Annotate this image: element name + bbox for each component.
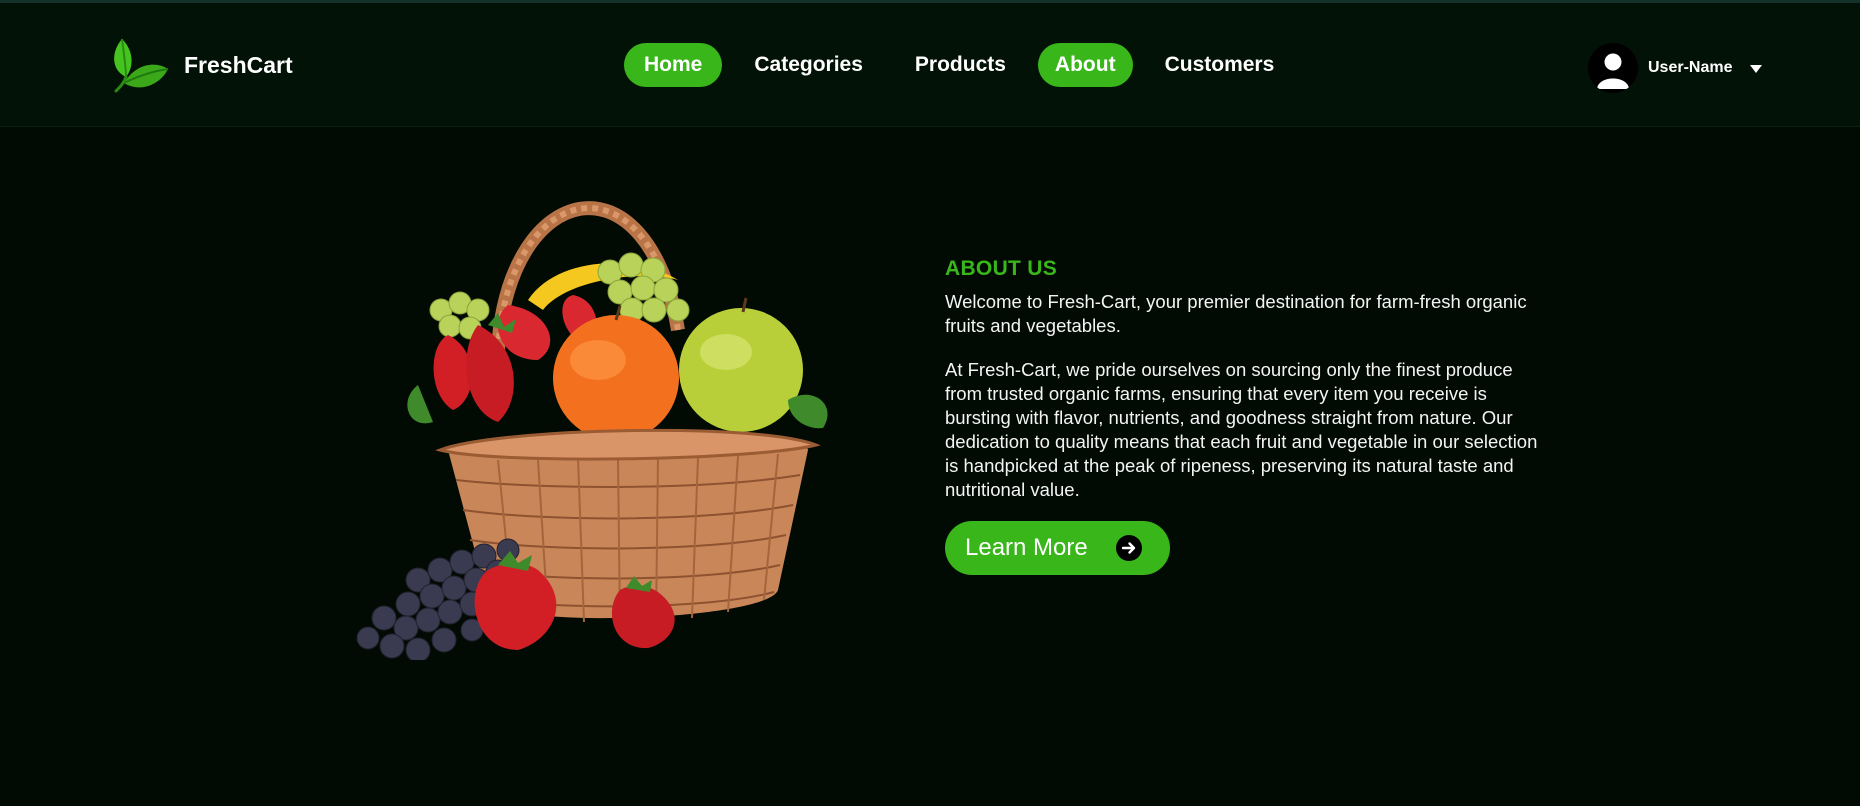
about-heading: ABOUT US bbox=[945, 257, 1058, 280]
site-header: FreshCart Home Categories Products About… bbox=[0, 3, 1860, 127]
arrow-right-circle-icon bbox=[1115, 535, 1142, 561]
learn-more-label: Learn More bbox=[965, 534, 1088, 561]
nav-categories[interactable]: Categories bbox=[734, 43, 883, 87]
brand-logo[interactable]: FreshCart bbox=[104, 31, 293, 99]
about-intro: Welcome to Fresh-Cart, your premier dest… bbox=[945, 291, 1527, 336]
about-body: At Fresh-Cart, we pride ourselves on sou… bbox=[945, 359, 1538, 500]
user-menu[interactable]: User-Name bbox=[1588, 43, 1763, 93]
learn-more-button[interactable]: Learn More bbox=[945, 521, 1170, 575]
caret-down-icon[interactable] bbox=[1750, 65, 1763, 73]
user-name[interactable]: User-Name bbox=[1648, 59, 1732, 77]
nav-products[interactable]: Products bbox=[895, 43, 1026, 87]
nav-home[interactable]: Home bbox=[624, 43, 723, 87]
user-avatar-icon[interactable] bbox=[1588, 43, 1638, 93]
nav-about[interactable]: About bbox=[1037, 43, 1133, 87]
page: FreshCart Home Categories Products About… bbox=[0, 0, 1860, 806]
leaf-icon bbox=[114, 38, 169, 93]
brand-name: FreshCart bbox=[184, 51, 293, 78]
fruit-basket-image bbox=[356, 201, 828, 660]
nav-customers[interactable]: Customers bbox=[1145, 43, 1295, 87]
main-nav: Home Categories Products About Customers bbox=[624, 43, 1306, 87]
about-section: ABOUT US Welcome to Fresh-Cart, your pre… bbox=[945, 257, 1545, 502]
